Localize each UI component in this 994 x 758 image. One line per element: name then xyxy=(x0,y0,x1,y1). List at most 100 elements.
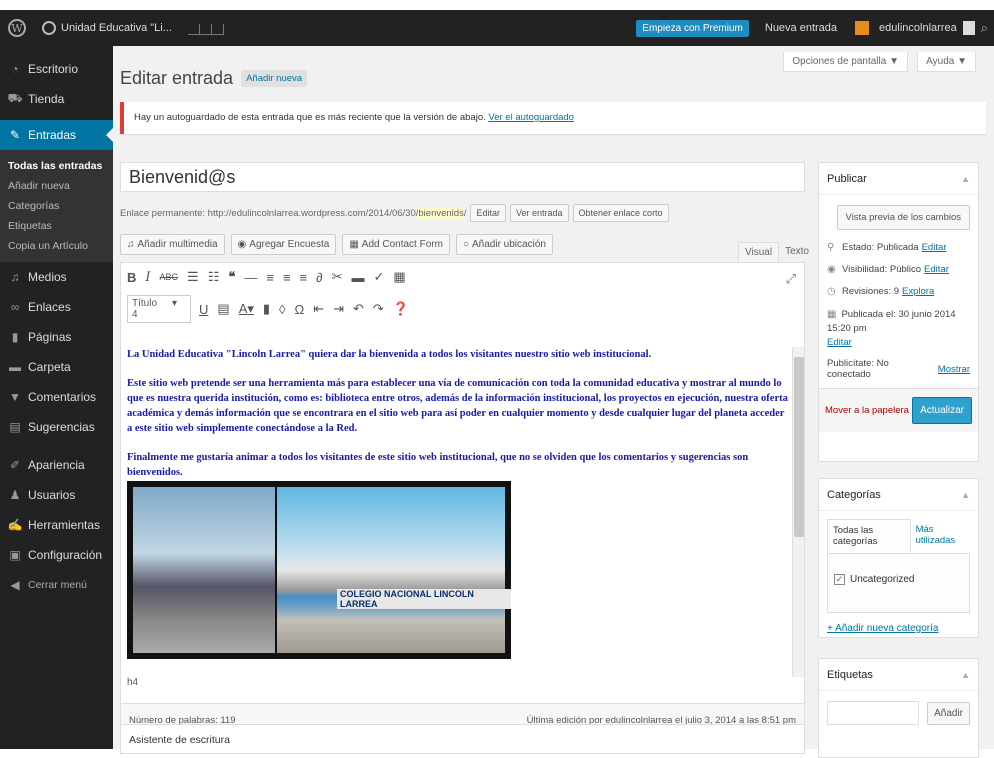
school-photo[interactable]: COLEGIO NACIONAL LINCOLN LARREA xyxy=(127,481,511,659)
add-location-button[interactable]: ○ Añadir ubicación xyxy=(455,234,553,255)
users-icon: ♟ xyxy=(9,488,21,502)
add-tag-button[interactable]: Añadir xyxy=(927,701,970,725)
move-to-trash-link[interactable]: Mover a la papelera xyxy=(825,405,909,416)
underline-icon[interactable]: U xyxy=(199,302,208,317)
location-icon: ○ xyxy=(462,239,469,250)
user-menu[interactable]: edulincolnlarrea xyxy=(879,10,975,46)
sidebar-item-enlaces[interactable]: ∞ Enlaces xyxy=(0,292,113,322)
tab-most-used[interactable]: Más utilizadas xyxy=(911,519,970,553)
search-icon[interactable]: ⌕ xyxy=(975,10,994,46)
submenu-copia-articulo[interactable]: Copia un Artículo xyxy=(0,236,113,256)
justify-icon[interactable]: ▤ xyxy=(217,301,229,317)
show-publicize-link[interactable]: Mostrar xyxy=(938,364,970,375)
categories-tabs: Todas las categorías Más utilizadas xyxy=(819,511,978,553)
checkbox-checked-icon[interactable]: ✓ xyxy=(834,574,845,585)
blockquote-icon[interactable]: ❝ xyxy=(228,269,235,285)
sidebar-item-usuarios[interactable]: ♟ Usuarios xyxy=(0,480,113,510)
align-center-icon[interactable]: ≡ xyxy=(283,270,291,285)
special-char-icon[interactable]: Ω xyxy=(294,302,304,317)
strikethrough-icon[interactable]: ABC xyxy=(160,272,179,282)
fullscreen-icon[interactable]: ⤢ xyxy=(786,271,796,287)
edit-status-link[interactable]: Editar xyxy=(922,242,947,253)
sidebar-item-apariencia[interactable]: ✐ Apariencia xyxy=(0,450,113,480)
screen-options-button[interactable]: Opciones de pantalla ▼ xyxy=(783,52,908,72)
view-autosave-link[interactable]: Ver el autoguardado xyxy=(488,112,574,123)
clear-formatting-icon[interactable]: ◊ xyxy=(279,302,285,317)
collapse-arrow-icon[interactable]: ▲ xyxy=(961,174,970,184)
add-category-link[interactable]: + Añadir nueva categoría xyxy=(819,613,978,644)
autosave-notice: Hay un autoguardado de esta entrada que … xyxy=(120,102,986,134)
scrollbar-thumb[interactable] xyxy=(794,357,804,537)
tab-visual[interactable]: Visual xyxy=(738,242,780,262)
premium-button[interactable]: Empieza con Premium xyxy=(636,19,749,37)
numbered-list-icon[interactable]: ☷ xyxy=(208,269,220,285)
align-right-icon[interactable]: ≡ xyxy=(300,270,308,285)
sidebar-item-tienda[interactable]: ⛟ Tienda xyxy=(0,84,113,114)
permalink-slug[interactable]: bienvenids xyxy=(418,207,464,219)
paste-text-icon[interactable]: ▮ xyxy=(263,301,270,317)
bullet-list-icon[interactable]: ☰ xyxy=(187,269,199,285)
poll-icon: ◉ xyxy=(237,239,247,250)
publish-box: Publicar ▲ Vista previa de los cambios ⚲ E… xyxy=(818,162,979,462)
collapse-arrow-icon[interactable]: ▲ xyxy=(961,670,970,680)
categories-title: Categorías xyxy=(827,488,881,501)
sidebar-item-herramientas[interactable]: ✍ Herramientas xyxy=(0,510,113,540)
shortlink-button[interactable]: Obtener enlace corto xyxy=(572,204,669,222)
notifications-icon[interactable] xyxy=(855,21,870,35)
submenu-anadir-nueva[interactable]: Añadir nueva xyxy=(0,176,113,196)
help-icon[interactable]: ❓ xyxy=(393,301,409,317)
submenu-etiquetas[interactable]: Etiquetas xyxy=(0,216,113,236)
editor-content[interactable]: La Unidad Educativa "Lincoln Larrea" qui… xyxy=(127,347,789,494)
redo-icon[interactable]: ↷ xyxy=(373,301,384,317)
add-new-button[interactable]: Añadir nueva xyxy=(241,70,308,87)
toolbar-toggle-icon[interactable]: ▦ xyxy=(393,269,405,285)
writing-helper-box[interactable]: Asistente de escritura xyxy=(120,724,805,754)
new-post-link[interactable]: Nueva entrada xyxy=(759,10,843,46)
read-more-icon[interactable]: ▬ xyxy=(351,270,364,285)
unlink-icon[interactable]: ✂ xyxy=(332,269,343,285)
tab-all-categories[interactable]: Todas las categorías xyxy=(827,519,911,553)
bold-icon[interactable]: B xyxy=(127,270,136,285)
browse-revisions-link[interactable]: Explora xyxy=(902,286,934,297)
insert-link-icon[interactable]: ∂ xyxy=(316,270,322,285)
edit-date-link[interactable]: Editar xyxy=(827,337,852,348)
sidebar-item-entradas[interactable]: ✎ Entradas xyxy=(0,120,113,150)
collapse-arrow-icon[interactable]: ▲ xyxy=(961,490,970,500)
stats-sparkline[interactable] xyxy=(187,21,224,35)
indent-icon[interactable]: ⇥ xyxy=(333,301,344,317)
sidebar-item-paginas[interactable]: ▮ Páginas xyxy=(0,322,113,352)
sidebar-item-sugerencias[interactable]: ▤ Sugerencias xyxy=(0,412,113,442)
tag-input[interactable] xyxy=(827,701,920,725)
site-name-link[interactable]: Unidad Educativa "Li... xyxy=(36,10,178,46)
horizontal-rule-icon[interactable]: — xyxy=(244,270,257,285)
sidebar-item-escritorio[interactable]: ◔ Escritorio xyxy=(0,54,113,84)
sidebar-item-medios[interactable]: ♫ Medios xyxy=(0,262,113,292)
sidebar-item-configuracion[interactable]: ▣ Configuración xyxy=(0,540,113,570)
sidebar-collapse[interactable]: ◀ Cerrar menú xyxy=(0,570,113,600)
editor-scrollbar[interactable] xyxy=(792,347,804,677)
text-color-icon[interactable]: A▾ xyxy=(239,301,254,317)
add-media-button[interactable]: ♫ Añadir multimedia xyxy=(120,234,225,255)
wordpress-logo-icon[interactable]: W xyxy=(8,19,26,37)
tab-text[interactable]: Texto xyxy=(779,242,815,262)
italic-icon[interactable]: I xyxy=(145,270,150,285)
add-poll-button[interactable]: ◉ Agregar Encuesta xyxy=(230,234,337,255)
submenu-todas-entradas[interactable]: Todas las entradas xyxy=(0,156,113,176)
submenu-categorias[interactable]: Categorías xyxy=(0,196,113,216)
edit-permalink-button[interactable]: Editar xyxy=(470,204,506,222)
category-item[interactable]: ✓ Uncategorized xyxy=(834,574,914,585)
view-post-button[interactable]: Ver entrada xyxy=(509,204,569,222)
add-contact-form-button[interactable]: ▦ Add Contact Form xyxy=(342,234,450,255)
edit-visibility-link[interactable]: Editar xyxy=(924,264,949,275)
format-select[interactable]: Título 4 ▾ xyxy=(127,295,191,323)
update-button[interactable]: Actualizar xyxy=(912,397,972,424)
align-left-icon[interactable]: ≡ xyxy=(266,270,274,285)
undo-icon[interactable]: ↶ xyxy=(353,301,364,317)
sidebar-item-carpeta[interactable]: ▬ Carpeta xyxy=(0,352,113,382)
help-button[interactable]: Ayuda ▼ xyxy=(917,52,976,72)
post-title-input[interactable]: Bienvenid@s xyxy=(120,162,805,192)
sidebar-item-comentarios[interactable]: ▼ Comentarios xyxy=(0,382,113,412)
spellcheck-icon[interactable]: ✓ xyxy=(373,269,384,285)
preview-changes-button[interactable]: Vista previa de los cambios xyxy=(836,205,970,230)
outdent-icon[interactable]: ⇤ xyxy=(313,301,324,317)
